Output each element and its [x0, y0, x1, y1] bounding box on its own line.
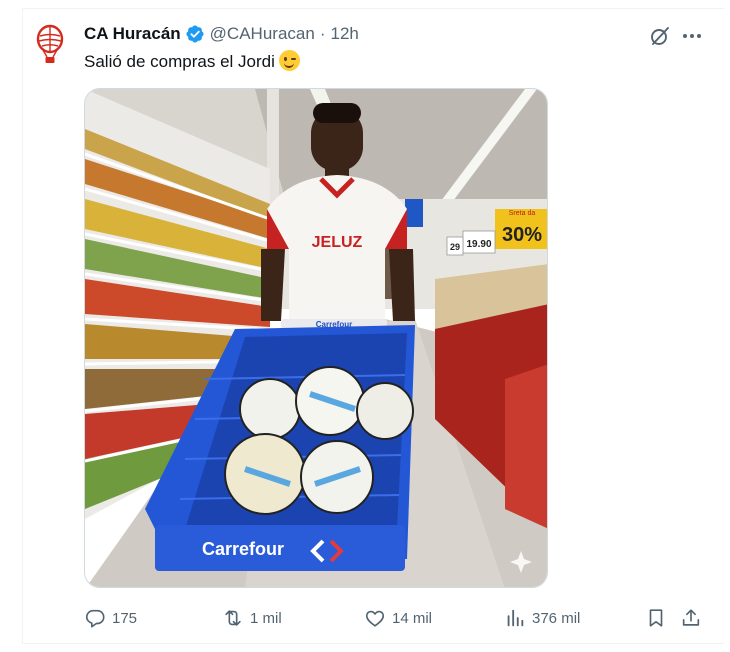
timestamp[interactable]: 12h [330, 24, 358, 44]
reply-button[interactable]: 175 [84, 604, 137, 632]
share-button[interactable] [680, 604, 702, 632]
heart-icon [365, 610, 385, 627]
winking-face-emoji [278, 50, 300, 71]
like-button[interactable]: 14 mil [364, 604, 432, 632]
bottom-divider [22, 643, 724, 644]
display-name[interactable]: CA Huracán [84, 24, 181, 44]
retweet-icon [225, 610, 241, 626]
views-button[interactable]: 376 mil [504, 604, 580, 632]
cart-brand-text: Carrefour [202, 539, 284, 559]
price-big-text: 30% [502, 224, 542, 246]
separator-dot: · [319, 24, 326, 43]
huracan-crest-icon[interactable] [33, 24, 67, 66]
views-count: 376 mil [532, 609, 581, 627]
left-divider [22, 8, 23, 644]
user-handle[interactable]: @CAHuracan [210, 24, 315, 44]
retweet-count: 1 mil [250, 609, 282, 627]
views-chart-icon [507, 609, 524, 627]
action-bar: 175 1 mil 14 mil 376 mil [84, 604, 710, 632]
like-count: 14 mil [392, 609, 433, 627]
more-icon[interactable] [680, 24, 704, 48]
tweet-frame: CA Huracán @CAHuracan · 12h Salió de com… [0, 0, 730, 652]
retweet-button[interactable]: 1 mil [222, 604, 282, 632]
bookmark-icon [649, 609, 663, 627]
verified-badge-icon [186, 25, 204, 43]
share-icon [682, 609, 700, 626]
tweet-text: Salió de compras el Jordi [84, 50, 300, 72]
tweet-photo[interactable]: Sreta da 30% 19.90 29 JELUZ Carrefour Ca… [84, 88, 548, 588]
reply-icon [85, 609, 105, 628]
bookmark-button[interactable] [645, 604, 667, 632]
supermarket-photo: Sreta da 30% 19.90 29 JELUZ Carrefour Ca… [85, 89, 547, 587]
grok-icon[interactable] [648, 24, 672, 48]
top-divider [22, 8, 724, 9]
sign-top-text: Sreta da [509, 210, 536, 217]
price-tag-text: 19.90 [466, 239, 491, 250]
tweet-body: Salió de compras el Jordi [84, 52, 275, 71]
reply-count: 175 [112, 609, 138, 627]
tweet-header: CA Huracán @CAHuracan · 12h [84, 22, 359, 46]
shirt-sponsor-text: JELUZ [312, 234, 363, 251]
price-tag-2-text: 29 [450, 242, 460, 252]
